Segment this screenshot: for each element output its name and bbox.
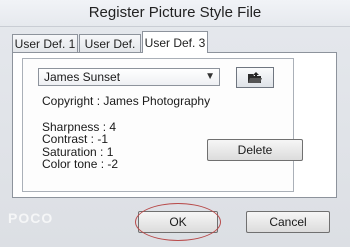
picture-style-select[interactable]: James Sunset ▼ bbox=[38, 68, 220, 86]
tab-user-def-1[interactable]: User Def. 1 bbox=[12, 34, 78, 52]
open-file-button[interactable] bbox=[236, 67, 274, 88]
ok-button[interactable]: OK bbox=[138, 211, 218, 233]
register-picture-style-dialog: Register Picture Style File User Def. 1 … bbox=[0, 0, 350, 247]
chevron-down-icon: ▼ bbox=[205, 71, 215, 82]
tab-user-def-2[interactable]: User Def. 2 bbox=[79, 34, 141, 69]
color-tone-text: Color tone : -2 bbox=[42, 157, 119, 171]
cancel-button[interactable]: Cancel bbox=[246, 211, 330, 233]
copyright-text: Copyright : James Photography bbox=[42, 94, 211, 108]
delete-button[interactable]: Delete bbox=[207, 139, 303, 161]
window-title: Register Picture Style File bbox=[0, 0, 350, 27]
watermark: POCO bbox=[8, 210, 54, 226]
open-folder-icon bbox=[248, 72, 262, 83]
contrast-text: Contrast : -1 bbox=[42, 132, 109, 146]
picture-style-value: James Sunset bbox=[44, 70, 121, 84]
tab-user-def-3[interactable]: User Def. 3 bbox=[142, 31, 208, 53]
